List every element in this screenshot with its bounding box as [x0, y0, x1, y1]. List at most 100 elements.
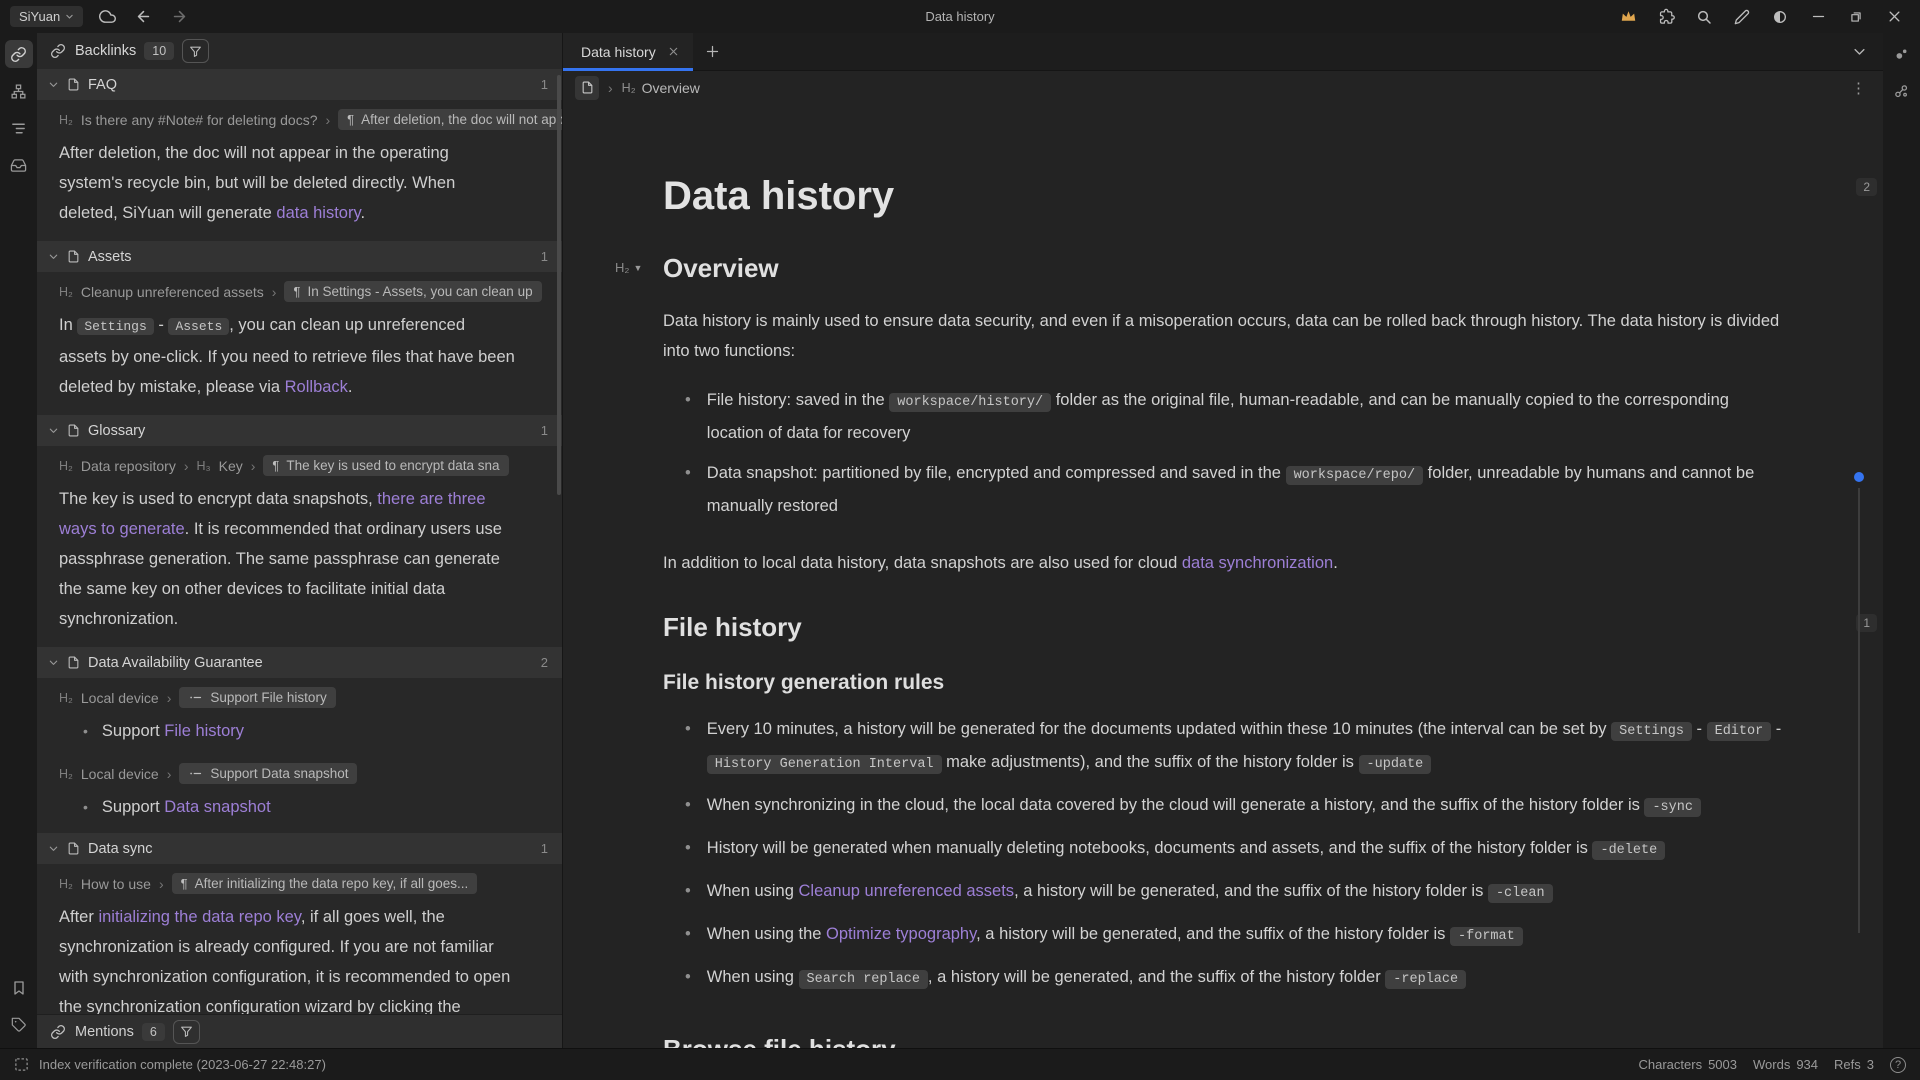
dock-graph-icon[interactable] — [5, 77, 33, 105]
back-icon[interactable] — [131, 5, 155, 29]
document-title[interactable]: Data history 2 — [663, 174, 1787, 219]
backlink-list-item[interactable]: •Support File history — [37, 712, 562, 754]
forward-icon[interactable] — [167, 5, 191, 29]
list-item[interactable]: •When using the Optimize typography, a h… — [663, 914, 1787, 957]
app-menu-label: SiYuan — [19, 9, 60, 24]
heading-file-history-generation-rules[interactable]: File history generation rules — [663, 671, 1787, 695]
heading-file-history[interactable]: File history1 — [663, 612, 1787, 643]
backlink-section-header[interactable]: Assets1 — [37, 241, 562, 272]
heading-overview[interactable]: H₂▼Overview — [663, 253, 1787, 284]
paragraph-block[interactable]: Data history is mainly used to ensure da… — [663, 306, 1787, 366]
list-item[interactable]: •Every 10 minutes, a history will be gen… — [663, 709, 1787, 785]
editor-area: Data history › H₂ Ov — [563, 33, 1883, 1048]
document-content[interactable]: Data history 2 H₂▼Overview Data history i… — [563, 104, 1883, 1048]
chevron-down-icon[interactable] — [48, 79, 59, 90]
ref-link[interactable]: data history — [276, 204, 360, 222]
backlink-section-header[interactable]: Data sync1 — [37, 833, 562, 864]
backlink-section-header[interactable]: Data Availability Guarantee2 — [37, 647, 562, 678]
chevron-down-icon[interactable] — [48, 425, 59, 436]
dock-backlinks-icon[interactable] — [5, 40, 33, 68]
ref-link[interactable]: Rollback — [285, 378, 348, 396]
edit-icon[interactable] — [1730, 5, 1754, 29]
backlink-count-bubble[interactable]: 2 — [1856, 178, 1877, 196]
backlink-section-header[interactable]: FAQ1 — [37, 69, 562, 100]
more-icon[interactable]: ⋮ — [1851, 79, 1867, 97]
backlink-paragraph[interactable]: The key is used to encrypt data snapshot… — [37, 480, 562, 644]
crumb-heading-text[interactable]: Is there any #Note# for deleting docs? — [81, 112, 318, 128]
backlink-paragraph[interactable]: After deletion, the doc will not appear … — [37, 134, 562, 238]
mentions-filter-button[interactable] — [173, 1020, 200, 1044]
ref-link[interactable]: File history — [164, 722, 244, 740]
collapse-arrow-icon[interactable]: ▼ — [633, 263, 642, 273]
backlink-paragraph[interactable]: After initializing the data repo key, if… — [37, 898, 562, 1014]
document-icon[interactable] — [575, 76, 599, 100]
text-run: Support — [102, 798, 164, 816]
backlinks-filter-button[interactable] — [182, 39, 209, 63]
restore-icon[interactable] — [1844, 5, 1868, 29]
crumb-heading-text[interactable]: Key — [219, 458, 243, 474]
mentions-header[interactable]: Mentions 6 — [37, 1014, 562, 1048]
list-item[interactable]: •When using Search replace, a history wi… — [663, 957, 1787, 1000]
crumb-block-chip[interactable]: ¶After initializing the data repo key, i… — [172, 873, 478, 894]
dock-inbox-icon[interactable] — [5, 151, 33, 179]
chevron-down-icon[interactable] — [48, 657, 59, 668]
backlink-breadcrumb[interactable]: H₂ Local device›Support File history — [37, 678, 562, 712]
paragraph-block[interactable]: In addition to local data history, data … — [663, 548, 1787, 578]
crumb-heading-text[interactable]: Local device — [81, 766, 159, 782]
tab-data-history[interactable]: Data history — [563, 33, 693, 70]
crumb-block-chip[interactable]: ¶In Settings - Assets, you can clean up — [284, 281, 541, 302]
crumb-block-chip[interactable]: Support Data snapshot — [179, 763, 357, 784]
ref-link[interactable]: data synchronization — [1182, 554, 1333, 572]
crumb-heading-text[interactable]: How to use — [81, 876, 151, 892]
dock-backlinks-panel-icon[interactable] — [1888, 40, 1916, 68]
list-item[interactable]: •File history: saved in the workspace/hi… — [663, 380, 1787, 453]
backlink-breadcrumb[interactable]: H₂ Local device›Support Data snapshot — [37, 754, 562, 788]
crumb-heading-text[interactable]: Cleanup unreferenced assets — [81, 284, 264, 300]
close-icon[interactable] — [1882, 5, 1906, 29]
app-menu-button[interactable]: SiYuan — [10, 6, 83, 27]
crumb-block-chip[interactable]: ¶The key is used to encrypt data sna — [263, 455, 508, 476]
dock-tag-icon[interactable] — [5, 1011, 33, 1039]
crown-icon[interactable] — [1616, 5, 1640, 29]
tab-list-button[interactable] — [1852, 33, 1883, 70]
help-icon[interactable]: ? — [1890, 1057, 1906, 1073]
list-item-icon — [188, 690, 203, 705]
crumb-heading-text[interactable]: Data repository — [81, 458, 176, 474]
scroll-position-dot[interactable] — [1854, 472, 1864, 482]
backlink-breadcrumb[interactable]: H₂ Cleanup unreferenced assets›¶In Setti… — [37, 272, 562, 306]
tab-close-icon[interactable] — [668, 46, 679, 57]
list-item[interactable]: •History will be generated when manually… — [663, 828, 1787, 871]
list-item[interactable]: •When using Cleanup unreferenced assets,… — [663, 871, 1787, 914]
ref-link[interactable]: initializing the data repo key — [98, 908, 300, 926]
ref-link[interactable]: Cleanup unreferenced assets — [799, 882, 1015, 900]
chevron-down-icon[interactable] — [48, 251, 59, 262]
dock-graph-panel-icon[interactable] — [1888, 77, 1916, 105]
dock-outline-icon[interactable] — [5, 114, 33, 142]
minimize-icon[interactable] — [1806, 5, 1830, 29]
backlink-section-header[interactable]: Glossary1 — [37, 415, 562, 446]
theme-icon[interactable] — [1768, 5, 1792, 29]
marketplace-icon[interactable] — [1654, 5, 1678, 29]
heading-gutter[interactable]: H₂▼ — [615, 260, 642, 275]
crumb-heading-text[interactable]: Local device — [81, 690, 159, 706]
backlink-breadcrumb[interactable]: H₂ How to use›¶After initializing the da… — [37, 864, 562, 898]
sync-cloud-icon[interactable] — [95, 5, 119, 29]
backlink-list-item[interactable]: •Support Data snapshot — [37, 788, 562, 830]
list-item[interactable]: •Data snapshot: partitioned by file, enc… — [663, 453, 1787, 526]
search-icon[interactable] — [1692, 5, 1716, 29]
crumb-block-chip[interactable]: Support File history — [179, 687, 335, 708]
sidebar-scrollbar[interactable] — [557, 75, 561, 495]
new-tab-button[interactable] — [693, 33, 733, 70]
dock-bookmark-icon[interactable] — [5, 974, 33, 1002]
heading-browse-file-history[interactable]: Browse file history — [663, 1034, 1787, 1048]
ref-link[interactable]: Data snapshot — [164, 798, 270, 816]
backlink-paragraph[interactable]: In Settings - Assets, you can clean up u… — [37, 306, 562, 412]
chevron-down-icon[interactable] — [48, 843, 59, 854]
editor-scrollbar[interactable] — [1858, 488, 1860, 933]
backlink-breadcrumb[interactable]: H₂ Data repository›H₃ Key›¶The key is us… — [37, 446, 562, 480]
backlink-breadcrumb[interactable]: H₂ Is there any #Note# for deleting docs… — [37, 100, 562, 134]
breadcrumb-item[interactable]: Overview — [642, 80, 700, 96]
ref-link[interactable]: Optimize typography — [826, 925, 976, 943]
list-item[interactable]: •When synchronizing in the cloud, the lo… — [663, 785, 1787, 828]
crumb-block-chip[interactable]: ¶After deletion, the doc will not appear — [338, 109, 562, 130]
